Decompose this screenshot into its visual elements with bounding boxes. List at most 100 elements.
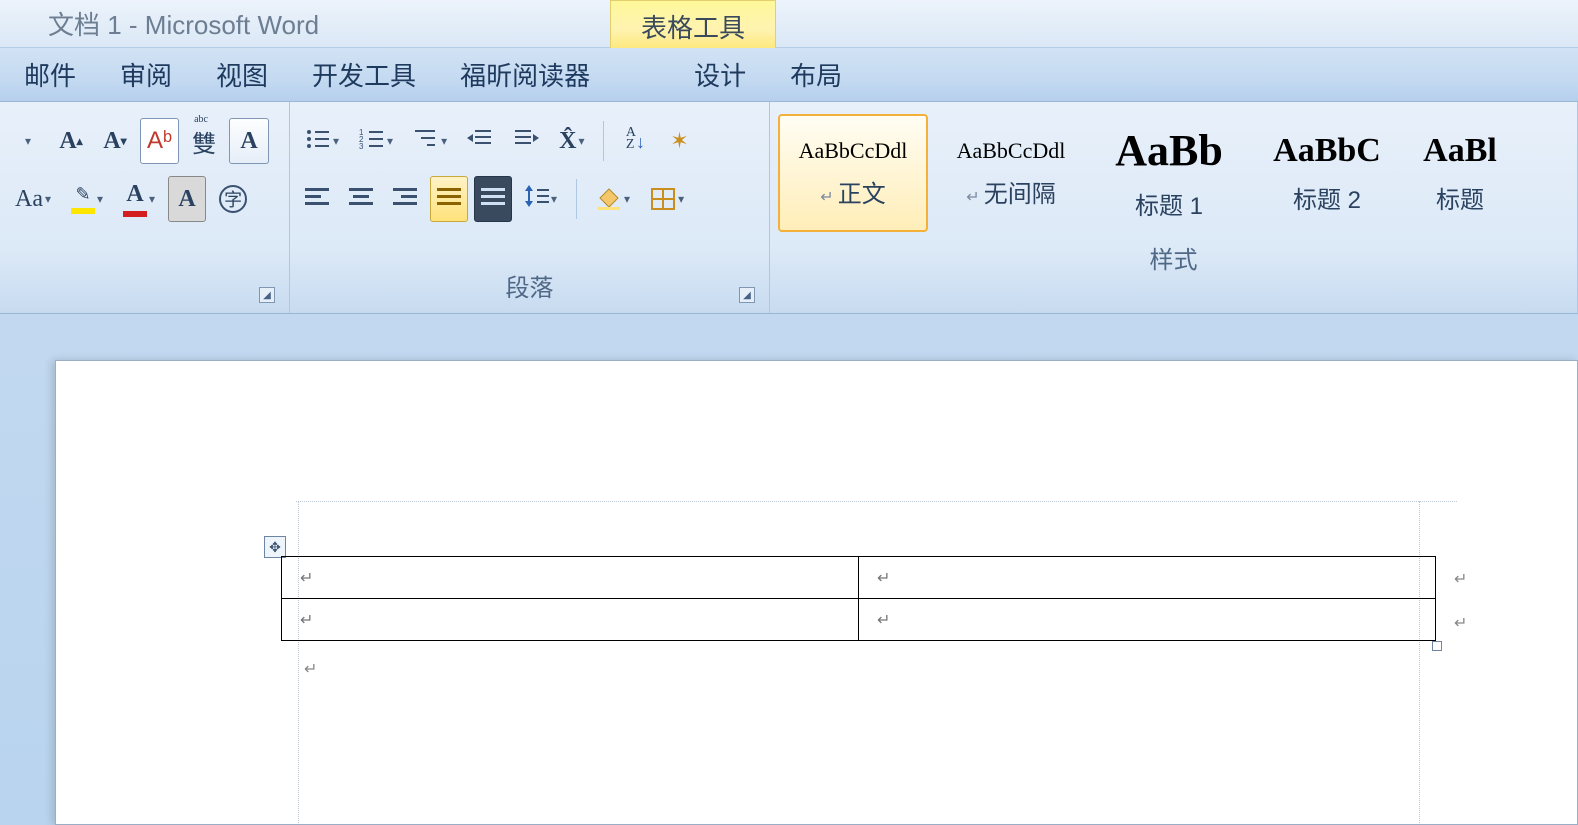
- multilevel-list-button[interactable]: ▾: [406, 118, 454, 164]
- font-dialog-launcher[interactable]: ◢: [259, 287, 275, 303]
- pilcrow-icon: ✶: [670, 128, 688, 154]
- style-name: 标题: [1436, 180, 1484, 215]
- table-move-handle[interactable]: ✥: [264, 536, 286, 558]
- paragraph-mark: ↵: [1454, 569, 1467, 589]
- sort-button[interactable]: AZ↓: [616, 118, 654, 164]
- numbering-button[interactable]: 123 ▾: [352, 118, 400, 164]
- ribbon: ▾ A▴ A▾ Aᵇ 雙abc A Aa▾: [0, 102, 1578, 314]
- separator: [603, 121, 604, 161]
- distributed-button[interactable]: [474, 176, 512, 222]
- sort-icon: AZ↓: [626, 127, 645, 155]
- clear-formatting-icon: Aᵇ: [147, 127, 172, 155]
- borders-button[interactable]: ▾: [643, 176, 691, 222]
- font-color-button[interactable]: A ▾: [116, 176, 162, 222]
- increase-indent-button[interactable]: [506, 118, 546, 164]
- font-color-icon: A: [123, 181, 147, 217]
- style-name: 标题 2: [1293, 180, 1361, 215]
- tab-layout[interactable]: 布局: [768, 50, 864, 99]
- borders-icon: [650, 187, 676, 211]
- tab-design[interactable]: 设计: [672, 50, 768, 99]
- style-heading1[interactable]: AaBb 标题 1: [1094, 114, 1244, 232]
- align-right-button[interactable]: [386, 176, 424, 222]
- show-hide-marks-button[interactable]: ✶: [660, 118, 698, 164]
- style-normal[interactable]: AaBbCcDdl ↵正文: [778, 114, 928, 232]
- align-justify-button[interactable]: [430, 176, 468, 222]
- clear-formatting-button[interactable]: Aᵇ: [140, 118, 179, 164]
- align-right-icon: [393, 185, 417, 213]
- style-name: ↵正文: [820, 174, 885, 209]
- style-title[interactable]: AaBl 标题: [1410, 114, 1510, 232]
- align-left-icon: [305, 185, 329, 213]
- document-page[interactable]: ✥ ↵ ↵ ↵ ↵ ↵ ↵ ↵: [55, 360, 1578, 825]
- table-cell[interactable]: ↵: [859, 557, 1436, 599]
- align-left-button[interactable]: [298, 176, 336, 222]
- tab-review[interactable]: 审阅: [98, 50, 194, 99]
- ribbon-tabs: 邮件 审阅 视图 开发工具 福昕阅读器 设计 布局: [0, 48, 1578, 102]
- ribbon-group-font: ▾ A▴ A▾ Aᵇ 雙abc A Aa▾: [0, 102, 290, 313]
- line-spacing-button[interactable]: ▾: [518, 176, 564, 222]
- paragraph-dialog-launcher[interactable]: ◢: [739, 287, 755, 303]
- contextual-tab-label: 表格工具: [641, 8, 745, 45]
- enclose-characters-button[interactable]: 字: [212, 176, 254, 222]
- ribbon-group-paragraph: ▾ 123 ▾ ▾: [290, 102, 770, 313]
- table-cell[interactable]: ↵: [282, 557, 859, 599]
- character-border-button[interactable]: A: [229, 118, 269, 164]
- tab-view[interactable]: 视图: [194, 50, 290, 99]
- distributed-icon: [481, 185, 505, 213]
- tab-mail[interactable]: 邮件: [2, 50, 98, 99]
- tab-developer[interactable]: 开发工具: [290, 50, 438, 99]
- change-case-icon: Aa: [15, 186, 43, 213]
- style-no-spacing[interactable]: AaBbCcDdl ↵无间隔: [936, 114, 1086, 232]
- separator: [576, 179, 577, 219]
- style-name: 标题 1: [1135, 186, 1203, 221]
- ribbon-group-styles: AaBbCcDdl ↵正文 AaBbCcDdl ↵无间隔 AaBb 标题 1 A…: [770, 102, 1578, 313]
- asian-layout-icon: X̂: [559, 128, 576, 155]
- style-name: ↵无间隔: [966, 174, 1055, 209]
- numbering-icon: 123: [359, 127, 385, 156]
- enclose-icon: 字: [219, 185, 247, 213]
- line-spacing-icon: [525, 185, 549, 214]
- table-cell[interactable]: ↵: [282, 599, 859, 641]
- table-row[interactable]: ↵ ↵: [282, 599, 1436, 641]
- document-table[interactable]: ↵ ↵ ↵ ↵: [281, 556, 1436, 641]
- paragraph-mark: ↵: [304, 659, 317, 679]
- shrink-font-icon: A: [103, 128, 120, 155]
- group-label-font: ◢: [8, 267, 281, 313]
- decrease-indent-icon: [467, 127, 493, 156]
- table-cell[interactable]: ↵: [859, 599, 1436, 641]
- change-case-button[interactable]: Aa▾: [8, 176, 58, 222]
- shading-icon: [596, 187, 622, 211]
- margin-guide-top: [296, 501, 1457, 504]
- tab-foxit[interactable]: 福昕阅读器: [438, 50, 612, 99]
- highlight-icon: ✎: [71, 184, 95, 214]
- table-resize-handle[interactable]: [1432, 641, 1442, 651]
- shading-button[interactable]: ▾: [589, 176, 637, 222]
- svg-text:3: 3: [359, 142, 364, 149]
- style-preview: AaBl: [1423, 132, 1497, 170]
- group-label-paragraph: 段落 ◢: [298, 260, 761, 313]
- group-label-styles: 样式: [778, 232, 1569, 285]
- decrease-indent-button[interactable]: [460, 118, 500, 164]
- style-preview: AaBbC: [1273, 132, 1381, 170]
- contextual-tab-tabletools: 表格工具: [610, 0, 776, 48]
- table-row[interactable]: ↵ ↵: [282, 557, 1436, 599]
- styles-gallery[interactable]: AaBbCcDdl ↵正文 AaBbCcDdl ↵无间隔 AaBb 标题 1 A…: [778, 108, 1569, 232]
- style-heading2[interactable]: AaBbC 标题 2: [1252, 114, 1402, 232]
- multilevel-list-icon: [413, 127, 439, 156]
- align-justify-icon: [437, 185, 461, 213]
- shrink-font-button[interactable]: A▾: [96, 118, 134, 164]
- font-dropdown-caret[interactable]: ▾: [8, 118, 46, 164]
- bullets-icon: [305, 127, 331, 156]
- highlight-color-button[interactable]: ✎ ▾: [64, 176, 110, 222]
- align-center-button[interactable]: [342, 176, 380, 222]
- phonetic-guide-button[interactable]: 雙abc: [185, 118, 223, 164]
- grow-font-icon: A: [59, 128, 76, 155]
- grow-font-button[interactable]: A▴: [52, 118, 90, 164]
- asian-layout-button[interactable]: X̂▾: [552, 118, 591, 164]
- character-shading-button[interactable]: A: [168, 176, 206, 222]
- style-preview: AaBb: [1115, 125, 1223, 176]
- paragraph-mark: ↵: [1454, 613, 1467, 633]
- margin-guide-right: [1419, 501, 1421, 825]
- bullets-button[interactable]: ▾: [298, 118, 346, 164]
- title-bar: 文档 1 - Microsoft Word 表格工具: [0, 0, 1578, 48]
